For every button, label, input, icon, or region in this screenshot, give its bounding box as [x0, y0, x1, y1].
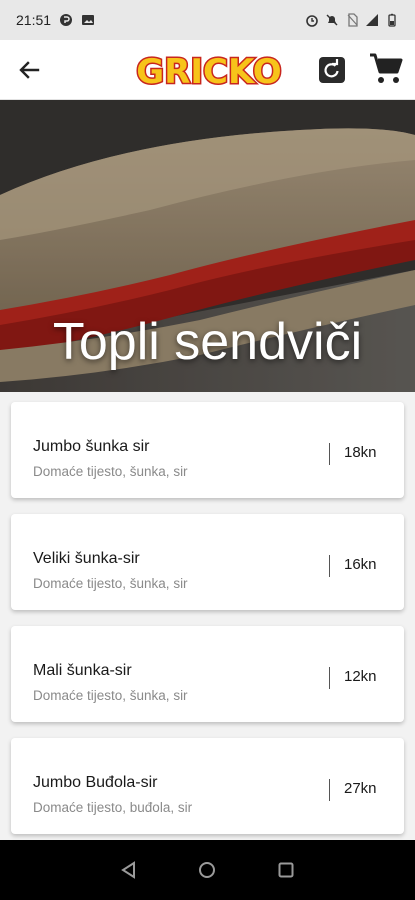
product-price: 12kn — [344, 668, 377, 685]
product-card[interactable]: Veliki šunka-sir Domaće tijesto, šunka, … — [11, 514, 404, 610]
arrow-left-icon — [19, 60, 40, 79]
price-divider — [329, 779, 330, 801]
product-price: 16kn — [344, 556, 377, 573]
back-button[interactable] — [0, 40, 58, 100]
gricko-logo: GRICKO — [136, 51, 282, 94]
price-divider — [329, 555, 330, 577]
product-name: Jumbo šunka sir — [33, 438, 150, 455]
mute-icon — [326, 14, 338, 26]
app-bar: GRICKO — [0, 40, 415, 100]
cart-button[interactable] — [367, 50, 405, 88]
product-description: Domaće tijesto, buđola, sir — [33, 800, 193, 815]
triangle-back-icon — [121, 861, 136, 879]
product-card[interactable]: Mali šunka-sir Domaće tijesto, šunka, si… — [11, 626, 404, 722]
product-description: Domaće tijesto, šunka, sir — [33, 688, 188, 703]
refresh-button[interactable] — [316, 54, 348, 86]
product-description: Domaće tijesto, šunka, sir — [33, 464, 188, 479]
no-sim-icon — [347, 13, 358, 27]
nav-back-button[interactable] — [111, 852, 147, 888]
alarm-icon — [306, 15, 318, 27]
nav-home-button[interactable] — [189, 852, 225, 888]
app-notification-icon — [60, 14, 73, 26]
image-notification-icon — [82, 15, 95, 25]
product-name: Mali šunka-sir — [33, 662, 132, 679]
product-card[interactable]: Jumbo Buđola-sir Domaće tijesto, buđola,… — [11, 738, 404, 834]
square-recents-icon — [278, 862, 294, 878]
svg-text:GRICKO: GRICKO — [136, 52, 281, 92]
price-divider — [329, 667, 330, 689]
category-title: Topli sendviči — [52, 313, 363, 371]
product-name: Jumbo Buđola-sir — [33, 774, 158, 791]
shopping-cart-icon — [370, 53, 403, 83]
status-time: 21:51 — [16, 12, 52, 28]
price-divider — [329, 443, 330, 465]
nav-recents-button[interactable] — [268, 852, 304, 888]
refresh-icon — [319, 57, 345, 83]
product-list[interactable]: Jumbo šunka sir Domaće tijesto, šunka, s… — [0, 392, 415, 840]
signal-icon — [366, 14, 378, 26]
category-hero: Topli sendviči — [0, 100, 415, 392]
product-card[interactable]: Jumbo šunka sir Domaće tijesto, šunka, s… — [11, 402, 404, 498]
battery-icon — [388, 13, 396, 27]
product-price: 27kn — [344, 780, 377, 797]
product-description: Domaće tijesto, šunka, sir — [33, 576, 188, 591]
system-nav-bar — [0, 840, 415, 900]
product-price: 18kn — [344, 444, 377, 461]
status-bar: 21:51 — [0, 0, 415, 40]
product-name: Veliki šunka-sir — [33, 550, 140, 567]
circle-home-icon — [199, 862, 216, 878]
